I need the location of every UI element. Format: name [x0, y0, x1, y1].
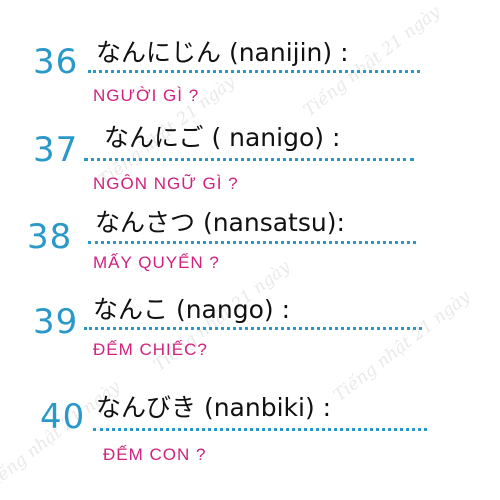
dotted-underline	[84, 158, 414, 161]
japanese-word: なんにじん (nanijin) :	[96, 38, 349, 67]
vietnamese-meaning: ĐẾM CON ?	[103, 445, 207, 464]
dotted-underline	[93, 428, 427, 431]
japanese-word: なんびき (nanbiki) :	[96, 393, 332, 422]
vocab-entry-37: 37 なんにご ( nanigo) : NGÔN NGỮ GÌ ?	[0, 118, 500, 210]
dotted-underline	[88, 241, 416, 244]
dotted-underline	[84, 327, 422, 330]
vietnamese-meaning: NGƯỜI GÌ ?	[93, 86, 200, 105]
vocab-entry-38: 38 なんさつ (nansatsu): MẤY QUYỂN ?	[0, 203, 500, 295]
japanese-word: なんにご ( nanigo) :	[104, 123, 341, 152]
vietnamese-meaning: NGÔN NGỮ GÌ ?	[93, 174, 239, 193]
entry-number: 39	[33, 302, 79, 342]
entry-number: 40	[40, 397, 86, 437]
entry-number: 36	[33, 42, 79, 82]
entry-number: 38	[27, 217, 73, 257]
vocab-entry-39: 39 なんこ (nango) : ĐẾM CHIẾC?	[0, 290, 500, 382]
vietnamese-meaning: MẤY QUYỂN ?	[93, 253, 220, 272]
dotted-underline	[88, 70, 420, 73]
japanese-word: なんこ (nango) :	[93, 295, 290, 324]
japanese-word: なんさつ (nansatsu):	[95, 208, 345, 237]
entry-number: 37	[33, 130, 79, 170]
vietnamese-meaning: ĐẾM CHIẾC?	[93, 340, 208, 359]
vocab-entry-40: 40 なんびき (nanbiki) : ĐẾM CON ?	[0, 384, 500, 476]
vocab-entry-36: 36 なんにじん (nanijin) : NGƯỜI GÌ ?	[0, 30, 500, 122]
